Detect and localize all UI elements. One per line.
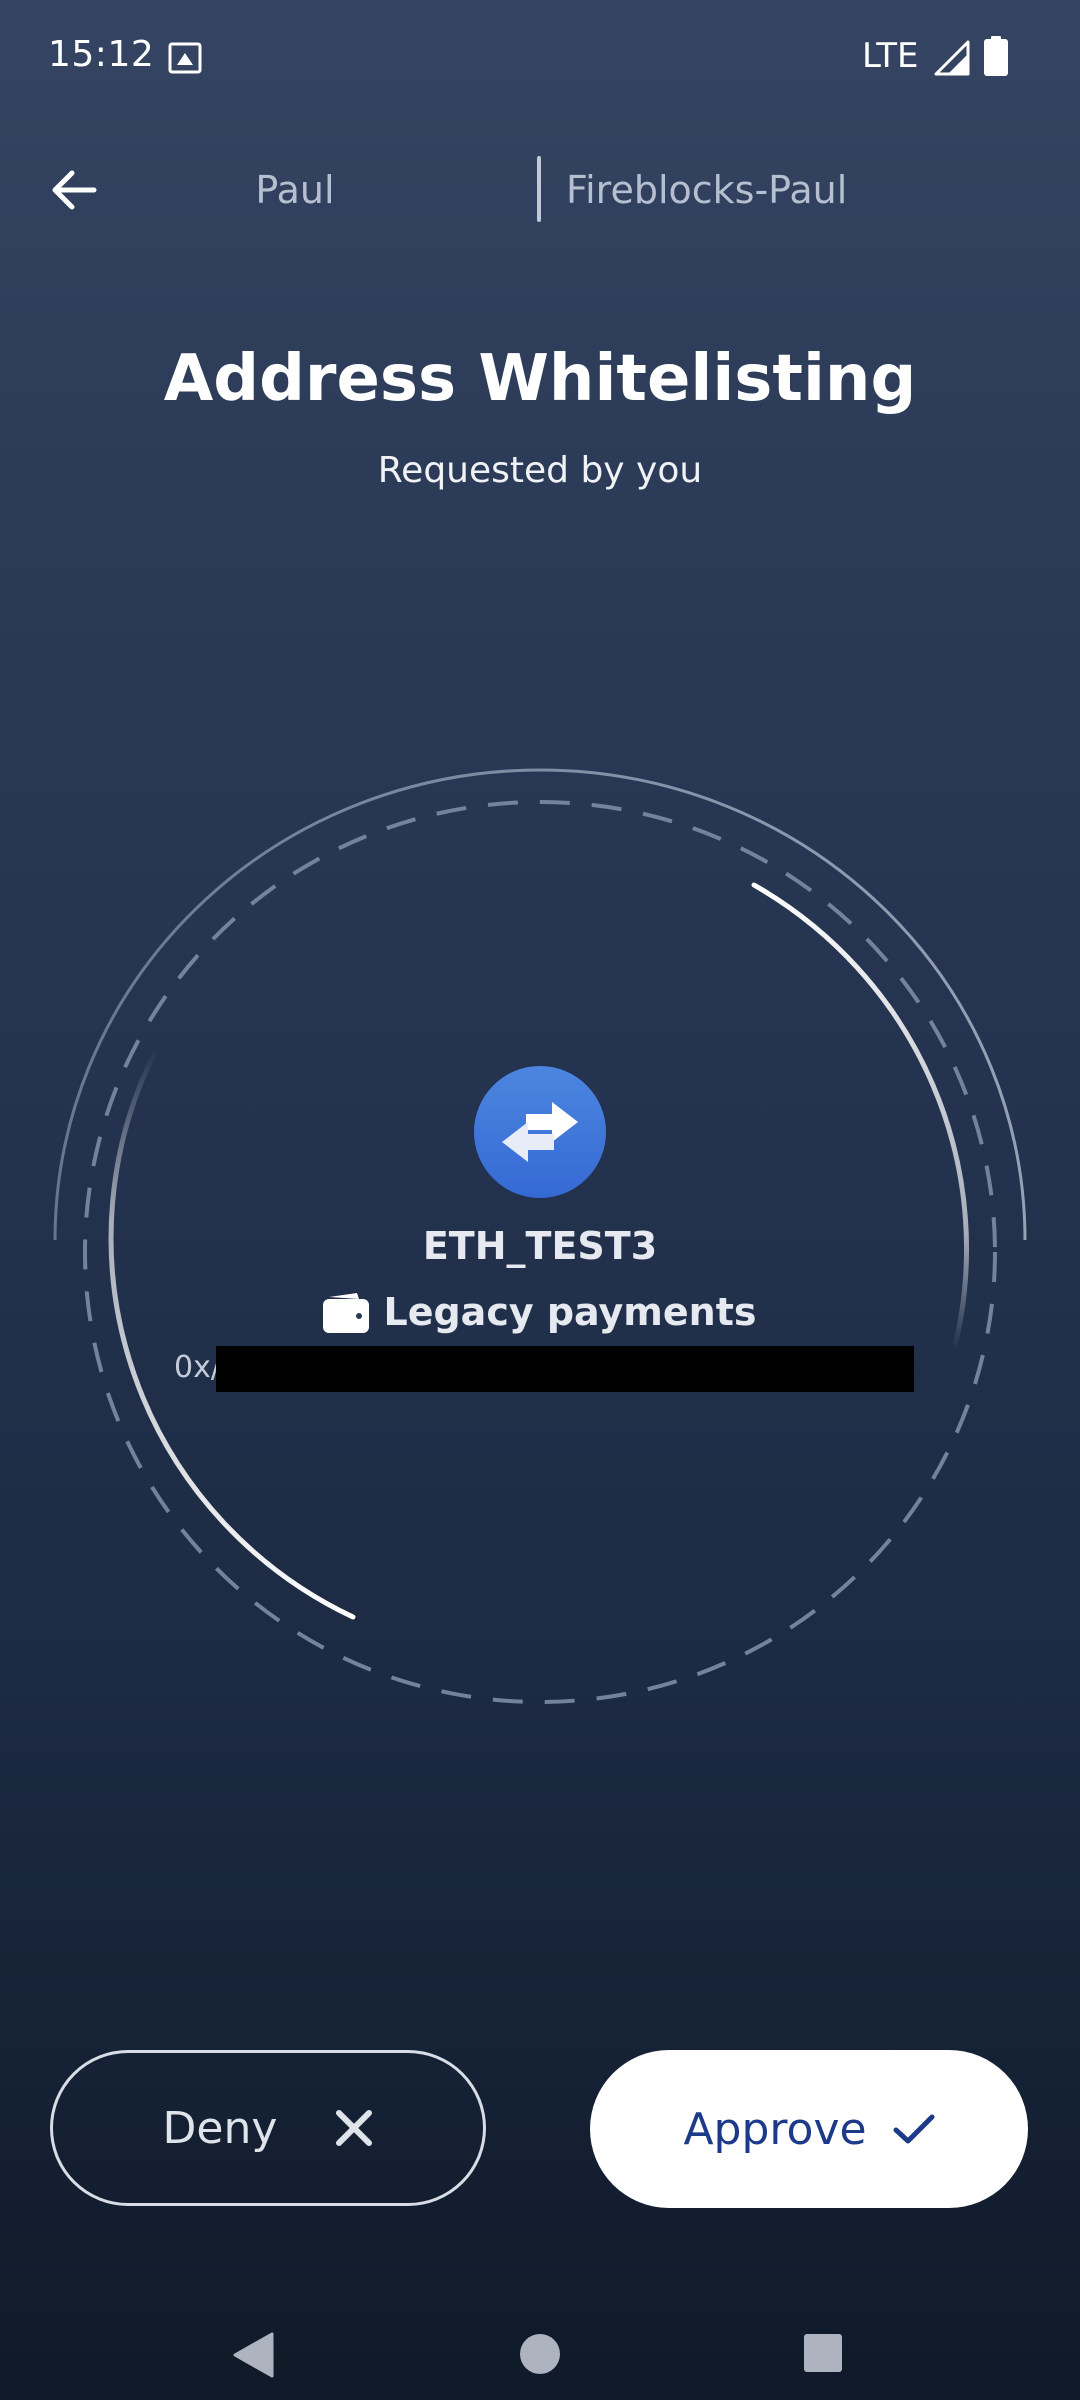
address-redacted <box>216 1346 914 1392</box>
asset-name: ETH_TEST3 <box>422 1224 658 1268</box>
approve-button[interactable]: Approve <box>590 2050 1028 2208</box>
nav-recents-icon[interactable] <box>804 2334 842 2372</box>
deny-label: Deny <box>162 2102 278 2154</box>
check-icon <box>893 2114 935 2144</box>
asset-icon <box>474 1066 606 1198</box>
wallet-row: Legacy payments <box>0 1290 1080 1334</box>
wallet-icon <box>323 1293 370 1333</box>
nav-back-icon[interactable] <box>232 2332 274 2378</box>
navigation-bar <box>0 2280 1080 2400</box>
close-icon <box>336 2110 373 2146</box>
inner-arc-right <box>751 882 970 1353</box>
nav-home-icon[interactable] <box>520 2334 560 2374</box>
wallet-name: Legacy payments <box>383 1290 757 1334</box>
deny-button[interactable]: Deny <box>50 2050 486 2206</box>
approve-label: Approve <box>683 2103 867 2155</box>
progress-ring <box>53 768 1027 1704</box>
address-prefix: 0x/ <box>174 1350 221 1385</box>
swap-arrows-icon <box>502 1102 578 1162</box>
